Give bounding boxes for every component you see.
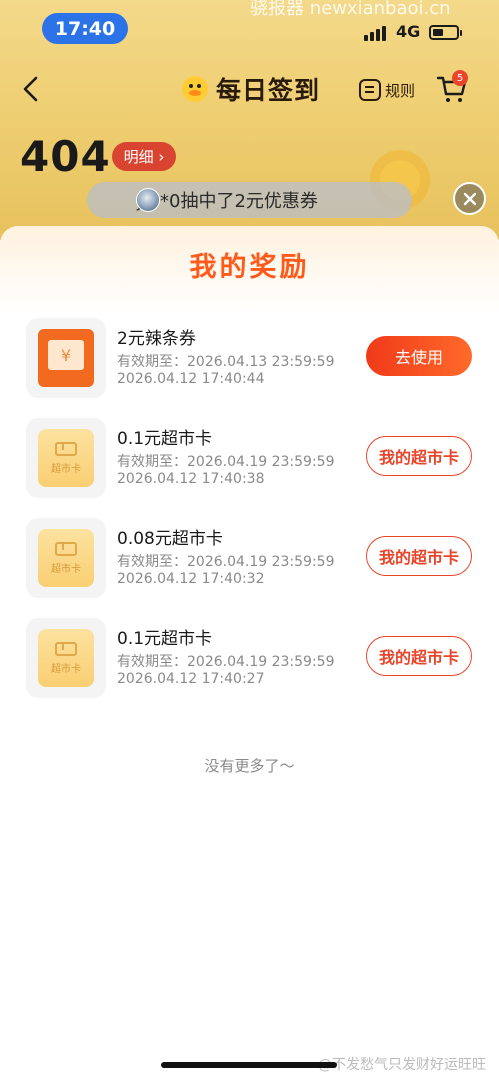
reward-item: 超市卡 0.08元超市卡 有效期至：2026.04.19 23:59:59 20… [26,518,476,598]
use-button[interactable]: 去使用 [366,336,472,376]
network-label: 4G [396,22,421,41]
screen: 骁报器 newxianbaoi.cn 17:40 4G 每日签到 规则 5 40… [0,0,499,1080]
reward-item: ¥ 2元辣条券 有效期至：2026.04.13 23:59:59 2026.04… [26,318,476,398]
reward-thumbnail: 超市卡 [26,618,106,698]
reward-thumbnail: 超市卡 [26,418,106,498]
coupon-icon: ¥ [38,329,94,387]
signal-icon [364,25,390,41]
cart-badge: 5 [452,70,468,86]
list-end-label: 没有更多了～ [204,757,295,775]
reward-expiry: 有效期至：2026.04.19 23:59:59 [117,554,335,570]
watermark-bottom: @不发愁气只发财好运旺旺 [318,1057,486,1073]
supermarket-card-icon: 超市卡 [38,429,94,487]
reward-time: 2026.04.12 17:40:32 [117,571,265,587]
reward-expiry: 有效期至：2026.04.19 23:59:59 [117,654,335,670]
reward-title: 0.1元超市卡 [117,629,213,649]
yuan-symbol: ¥ [48,340,84,370]
page-title-group: 每日签到 [180,70,320,108]
reward-item: 超市卡 0.1元超市卡 有效期至：2026.04.19 23:59:59 202… [26,418,476,498]
card-icon-label: 超市卡 [51,563,81,575]
reward-title: 0.1元超市卡 [117,429,213,449]
close-icon [463,192,476,205]
supermarket-card-icon: 超市卡 [38,529,94,587]
chevron-left-icon [23,76,38,102]
reward-item: 超市卡 0.1元超市卡 有效期至：2026.04.19 23:59:59 202… [26,618,476,698]
back-button[interactable] [18,74,46,104]
reward-title: 0.08元超市卡 [117,529,223,549]
reward-thumbnail: ¥ [26,318,106,398]
close-button[interactable] [453,182,486,215]
rules-icon [359,79,381,101]
ticker-text: j***0抽中了2元优惠券 [137,191,318,212]
detail-button[interactable]: 明细 › [112,142,176,171]
card-icon-label: 超市卡 [51,463,81,475]
page-title: 每日签到 [216,76,321,105]
my-card-button[interactable]: 我的超市卡 [366,636,472,676]
battery-icon [429,25,462,40]
reward-expiry: 有效期至：2026.04.19 23:59:59 [117,454,335,470]
duck-mascot-icon [182,76,208,102]
reward-time: 2026.04.12 17:40:27 [117,671,265,687]
rules-button[interactable]: 规则 [359,76,415,104]
reward-thumbnail: 超市卡 [26,518,106,598]
my-card-button[interactable]: 我的超市卡 [366,436,472,476]
card-icon-label: 超市卡 [51,663,81,675]
watermark-top: 骁报器 newxianbaoi.cn [250,0,451,19]
avatar [136,188,160,212]
reward-time: 2026.04.12 17:40:38 [117,471,265,487]
status-time: 17:40 [42,13,128,44]
supermarket-card-icon: 超市卡 [38,629,94,687]
points-value: 404 [20,132,111,181]
rules-label: 规则 [385,81,416,100]
reward-title: 2元辣条券 [117,329,196,349]
reward-time: 2026.04.12 17:40:44 [117,371,265,387]
my-card-button[interactable]: 我的超市卡 [366,536,472,576]
reward-expiry: 有效期至：2026.04.13 23:59:59 [117,354,335,370]
home-indicator [161,1062,337,1068]
sheet-title: 我的奖励 [189,252,310,283]
